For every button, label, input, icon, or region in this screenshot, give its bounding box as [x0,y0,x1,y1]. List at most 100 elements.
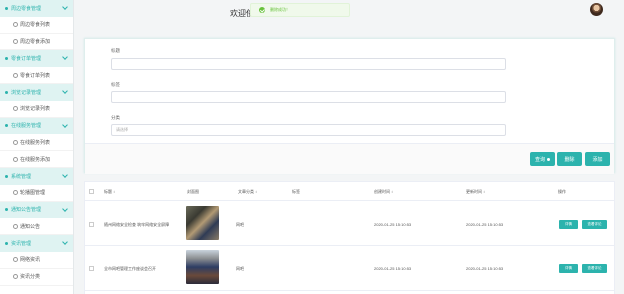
sidebar-item-label: 在线服务列表 [20,139,51,146]
sidebar-item-snack-list[interactable]: 周边零食列表 [0,16,73,34]
detail-button[interactable]: 详情 [559,264,578,273]
chevron-down-icon [62,4,68,10]
sidebar-item-label: 周边零食添加 [20,38,51,45]
sort-icon: ⇕ [391,190,394,194]
sidebar-group-service[interactable]: 在线服务管理 [0,117,73,135]
circle-icon [13,274,18,280]
form-actions: 查询 删除 添加 [85,143,614,174]
query-button[interactable]: 查询 [530,152,555,166]
col-cover: 封面图 [187,189,199,194]
chevron-down-icon [62,205,68,212]
avatar[interactable] [590,3,603,16]
row-checkbox[interactable] [89,222,94,227]
tag-label: 标签 [111,82,120,87]
table-header: 标题⇕ 封面图 文章分类⇕ 标签 创建时间⇕ 更新时间⇕ 操作 [85,182,614,201]
search-form: 标题 标签 分类 请选择 查询 删除 添加 [84,38,615,174]
circle-icon [13,139,18,145]
select-all-checkbox[interactable] [89,189,94,194]
bullet-icon [5,57,8,61]
circle-icon [13,223,18,229]
sidebar-item-browse-list[interactable]: 浏览记录列表 [0,100,73,118]
circle-icon [13,72,18,78]
row-created: 2020-01-25 15:10:53 [374,266,412,271]
sidebar-item-label: 资讯分类 [20,274,41,281]
chevron-down-icon [62,239,68,245]
circle-icon [13,190,18,196]
row-title: 全市网吧管理工作座谈会召开 [104,266,156,271]
add-button-label: 添加 [592,156,603,163]
delete-button-label: 删除 [564,156,575,163]
sort-icon: ⇕ [113,190,116,194]
col-created-label: 创建时间 [374,189,390,194]
sidebar-item-news-category[interactable]: 资讯分类 [0,268,73,286]
chevron-down-icon [62,54,68,61]
sidebar-group-label: 在线服务管理 [11,123,42,130]
table-row: 全市网吧管理工作座谈会召开 网吧 2020-01-25 15:10:53 202… [85,247,614,291]
sidebar-item-snack-add[interactable]: 周边零食添加 [0,33,73,51]
col-updated[interactable]: 更新时间⇕ [466,189,486,195]
col-tag: 标签 [292,189,300,194]
sidebar-item-label: 轮播图管理 [20,190,46,197]
bullet-icon [5,124,8,128]
cover-image [186,250,219,284]
cover-image [186,206,219,240]
sidebar-item-news[interactable]: 网络资讯 [0,251,73,269]
toast-message: 删除成功！ [270,7,290,12]
sidebar-item-label: 网络资讯 [20,257,41,264]
sidebar-item-label: 浏览记录列表 [20,106,51,113]
row-category: 网吧 [236,266,244,271]
category-select[interactable]: 请选择 [111,124,506,136]
row-category: 网吧 [236,222,244,227]
sidebar-item-label: 零食订单列表 [20,72,51,79]
chevron-down-icon [62,121,68,128]
title-input[interactable] [111,58,506,70]
col-title[interactable]: 标题⇕ [104,189,116,195]
col-title-label: 标题 [104,189,112,194]
delete-button[interactable]: 删除 [557,152,582,166]
article-table: 标题⇕ 封面图 文章分类⇕ 标签 创建时间⇕ 更新时间⇕ 操作 随州网络安全检查… [84,181,615,294]
sidebar-item-label: 在线服务添加 [20,156,51,163]
row-checkbox[interactable] [89,266,94,271]
add-button[interactable]: 添加 [585,152,610,166]
sidebar-group-label: 资讯管理 [11,241,32,248]
circle-icon [13,156,18,162]
sidebar-group-browse[interactable]: 浏览记录管理 [0,83,73,101]
row-title: 随州网络安全检查 筑牢网络安全屏障 [104,222,170,227]
view-comments-button[interactable]: 查看评论 [582,220,607,229]
success-toast: 删除成功！ [250,3,350,17]
sidebar-item-service-add[interactable]: 在线服务添加 [0,151,73,168]
success-icon [259,7,265,13]
bullet-icon [5,90,8,94]
sidebar-group-label: 浏览记录管理 [11,89,42,96]
sort-icon: ⇕ [483,190,486,194]
sidebar-item-label: 周边零食列表 [20,22,51,29]
title-label: 标题 [111,48,120,53]
circle-icon [13,106,18,112]
sidebar-group-order[interactable]: 零食订单管理 [0,50,73,68]
row-created: 2020-01-25 15:10:53 [374,222,412,227]
tag-input[interactable] [111,91,506,103]
col-updated-label: 更新时间 [466,189,482,194]
sidebar-item-order-list[interactable]: 零食订单列表 [0,67,73,84]
col-category-label: 文章分类 [238,189,254,194]
col-created[interactable]: 创建时间⇕ [374,189,394,195]
sidebar-item-notice[interactable]: 通知公告 [0,218,73,236]
bullet-icon [5,174,8,178]
sidebar-group-label: 系统管理 [11,173,32,180]
row-updated: 2020-01-25 15:10:53 [466,222,504,227]
query-button-label: 查询 [534,156,545,163]
chevron-down-icon [62,88,68,94]
detail-button[interactable]: 详情 [559,220,578,229]
bullet-icon [5,208,8,212]
sidebar-group-news[interactable]: 资讯管理 [0,235,73,252]
sidebar-item-service-list[interactable]: 在线服务列表 [0,134,73,152]
category-placeholder: 请选择 [116,127,128,132]
sidebar-group-system[interactable]: 系统管理 [0,167,73,185]
col-category[interactable]: 文章分类⇕ [238,189,258,195]
sort-icon: ⇕ [255,190,258,194]
row-updated: 2020-01-25 15:10:53 [466,266,504,271]
view-comments-button[interactable]: 查看评论 [582,264,607,273]
sidebar-group-snack[interactable]: 周边零食管理 [0,0,73,17]
sidebar-group-notice[interactable]: 通知公告管理 [0,201,73,219]
sidebar-item-carousel[interactable]: 轮播图管理 [0,184,73,202]
